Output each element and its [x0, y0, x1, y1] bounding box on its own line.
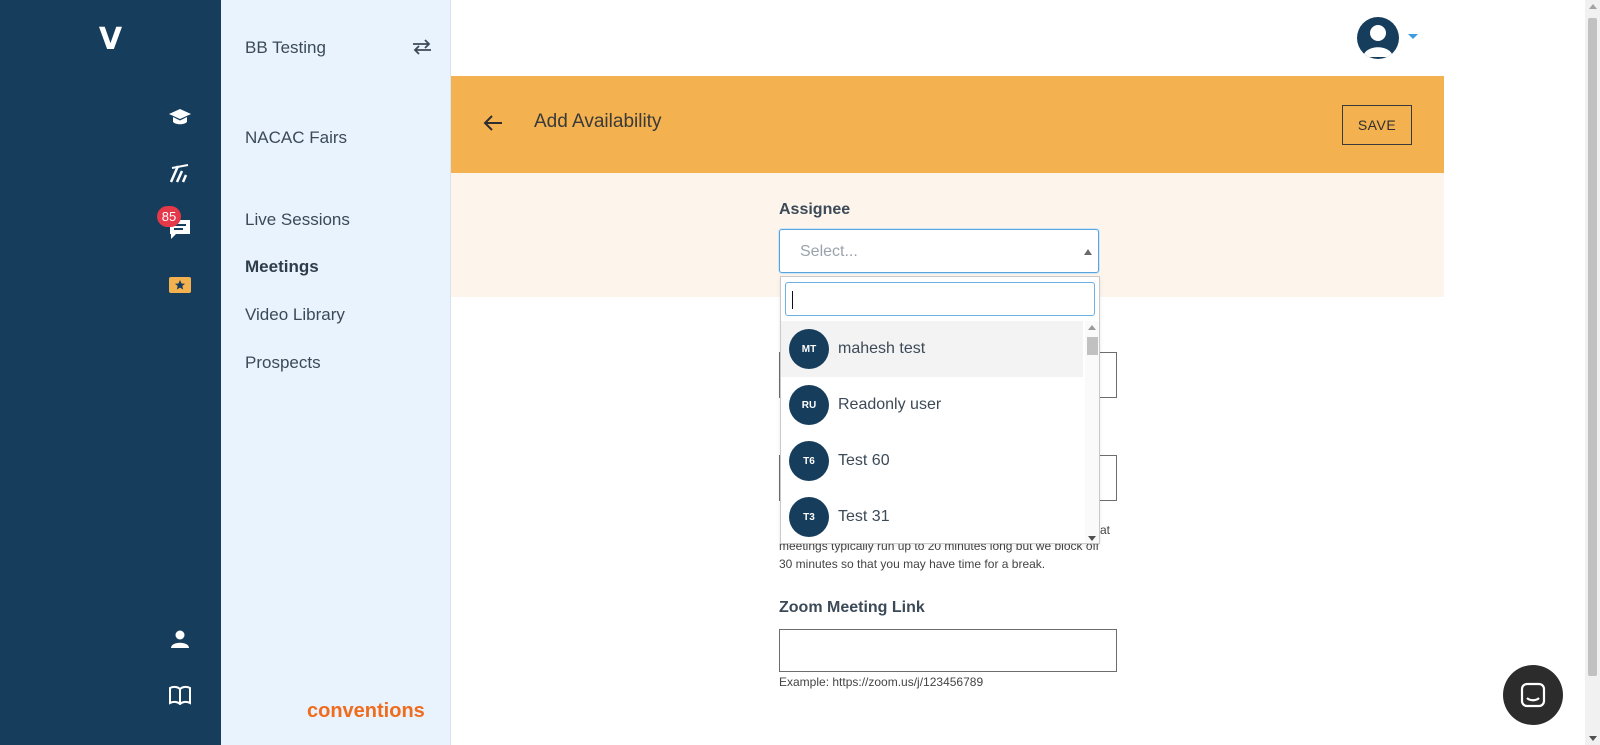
duration-help-line-2: 30 minutes so that you may have time for… — [779, 557, 1046, 571]
person-icon[interactable] — [165, 624, 195, 654]
chat-widget-button[interactable] — [1503, 665, 1563, 725]
assignee-option[interactable]: RU Readonly user — [781, 377, 1083, 433]
initials-avatar: RU — [789, 385, 829, 425]
ticket-icon[interactable] — [165, 270, 195, 300]
nav-item-live-sessions[interactable]: Live Sessions — [245, 210, 350, 230]
dropdown-search-input[interactable] — [785, 282, 1095, 316]
option-name: Test 60 — [838, 452, 890, 469]
scrollbar-thumb[interactable] — [1588, 18, 1597, 676]
user-avatar[interactable] — [1357, 17, 1399, 59]
switch-org-icon[interactable] — [411, 37, 435, 59]
initials-avatar: MT — [789, 329, 829, 369]
text-cursor — [792, 291, 793, 309]
scroll-up-icon[interactable] — [1589, 4, 1597, 9]
chevron-up-icon[interactable] — [1084, 249, 1092, 255]
scroll-down-icon[interactable] — [1088, 536, 1096, 541]
assignee-options: MT mahesh test RU Readonly user T6 Test … — [781, 321, 1083, 543]
initials-avatar: T3 — [789, 497, 829, 537]
option-name: Test 31 — [838, 508, 890, 525]
page-header: Add Availability SAVE — [451, 76, 1444, 173]
zoom-link-input[interactable] — [779, 629, 1117, 672]
option-name: mahesh test — [838, 340, 926, 357]
assignee-option[interactable]: MT mahesh test — [781, 321, 1083, 377]
fairs-icon[interactable] — [165, 158, 195, 188]
chevron-down-icon[interactable] — [1408, 34, 1418, 39]
assignee-dropdown: MT mahesh test RU Readonly user T6 Test … — [780, 276, 1100, 544]
save-button[interactable]: SAVE — [1342, 105, 1412, 145]
assignee-label: Assignee — [779, 201, 851, 218]
page-title: Add Availability — [534, 111, 662, 132]
brand-logo: conventions — [307, 700, 425, 722]
unread-badge: 85 — [157, 206, 181, 227]
assignee-placeholder: Select... — [800, 243, 858, 260]
back-arrow-icon[interactable] — [483, 114, 505, 136]
scroll-up-icon[interactable] — [1088, 325, 1096, 330]
assignee-option[interactable]: T3 Test 31 — [781, 489, 1083, 543]
dropdown-scrollbar[interactable] — [1085, 321, 1099, 543]
initials-avatar: T6 — [789, 441, 829, 481]
zoom-link-label: Zoom Meeting Link — [779, 599, 925, 616]
section-nav: BB Testing NACAC Fairs Live Sessions Mee… — [221, 0, 451, 745]
book-icon[interactable] — [165, 680, 195, 710]
message-icon — [1520, 682, 1546, 708]
graduation-cap-icon[interactable] — [165, 102, 195, 132]
page-scrollbar[interactable] — [1585, 0, 1600, 745]
app-logo[interactable]: V — [0, 22, 221, 57]
scrollbar-thumb[interactable] — [1087, 337, 1098, 355]
duration-help-tail: at — [1100, 523, 1111, 537]
nav-item-meetings[interactable]: Meetings — [245, 257, 319, 277]
icon-rail: V 85 — [0, 0, 221, 745]
nav-item-nacac-fairs[interactable]: NACAC Fairs — [245, 128, 347, 148]
option-name: Readonly user — [838, 396, 942, 413]
assignee-select[interactable]: Select... — [779, 229, 1099, 273]
assignee-option[interactable]: T6 Test 60 — [781, 433, 1083, 489]
nav-item-prospects[interactable]: Prospects — [245, 353, 321, 373]
org-name[interactable]: BB Testing — [245, 38, 326, 58]
nav-item-video-library[interactable]: Video Library — [245, 305, 345, 325]
zoom-link-help: Example: https://zoom.us/j/123456789 — [779, 675, 984, 689]
scroll-down-icon[interactable] — [1589, 736, 1597, 741]
